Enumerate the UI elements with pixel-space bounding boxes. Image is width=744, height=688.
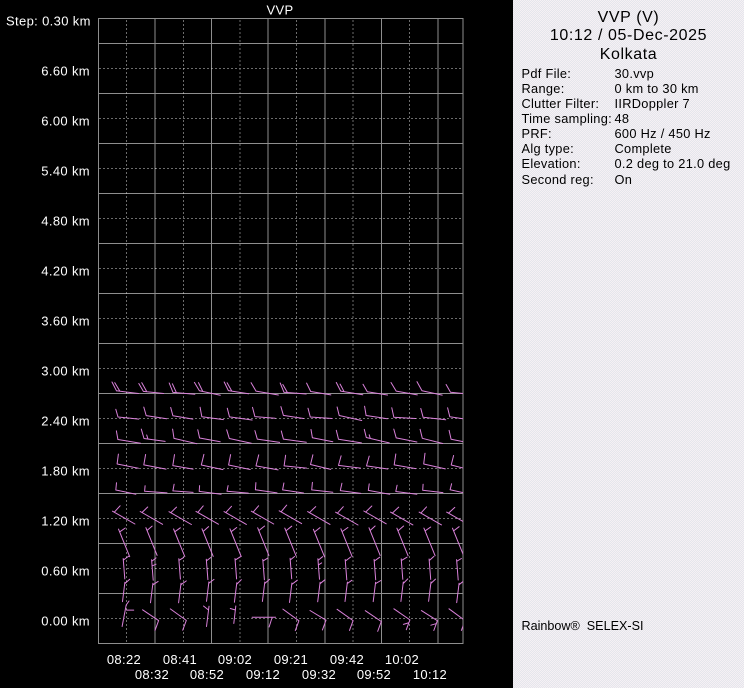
svg-text:Step: 0.30 km: Step: 0.30 km xyxy=(6,14,91,29)
svg-text:08:41: 08:41 xyxy=(163,652,197,667)
svg-text:10:12: 10:12 xyxy=(413,667,447,682)
svg-text:VVP: VVP xyxy=(266,3,293,18)
svg-text:09:21: 09:21 xyxy=(274,652,308,667)
svg-text:09:02: 09:02 xyxy=(218,652,252,667)
svg-text:0.00 km: 0.00 km xyxy=(41,614,90,629)
svg-text:4.20 km: 4.20 km xyxy=(41,264,90,279)
svg-text:08:52: 08:52 xyxy=(190,667,224,682)
svg-text:08:32: 08:32 xyxy=(135,667,169,682)
svg-text:09:42: 09:42 xyxy=(330,652,364,667)
svg-text:1.20 km: 1.20 km xyxy=(41,514,90,529)
svg-text:1.80 km: 1.80 km xyxy=(41,464,90,479)
svg-text:0.60 km: 0.60 km xyxy=(41,564,90,579)
svg-text:09:12: 09:12 xyxy=(246,667,280,682)
svg-text:6.60 km: 6.60 km xyxy=(41,64,90,79)
svg-text:6.00 km: 6.00 km xyxy=(41,114,90,129)
svg-text:3.60 km: 3.60 km xyxy=(41,314,90,329)
svg-text:4.80 km: 4.80 km xyxy=(41,214,90,229)
svg-text:3.00 km: 3.00 km xyxy=(41,364,90,379)
svg-text:10:02: 10:02 xyxy=(385,652,419,667)
svg-text:08:22: 08:22 xyxy=(107,652,141,667)
svg-text:5.40 km: 5.40 km xyxy=(41,164,90,179)
svg-text:09:52: 09:52 xyxy=(357,667,391,682)
svg-text:2.40 km: 2.40 km xyxy=(41,414,90,429)
svg-text:09:32: 09:32 xyxy=(302,667,336,682)
